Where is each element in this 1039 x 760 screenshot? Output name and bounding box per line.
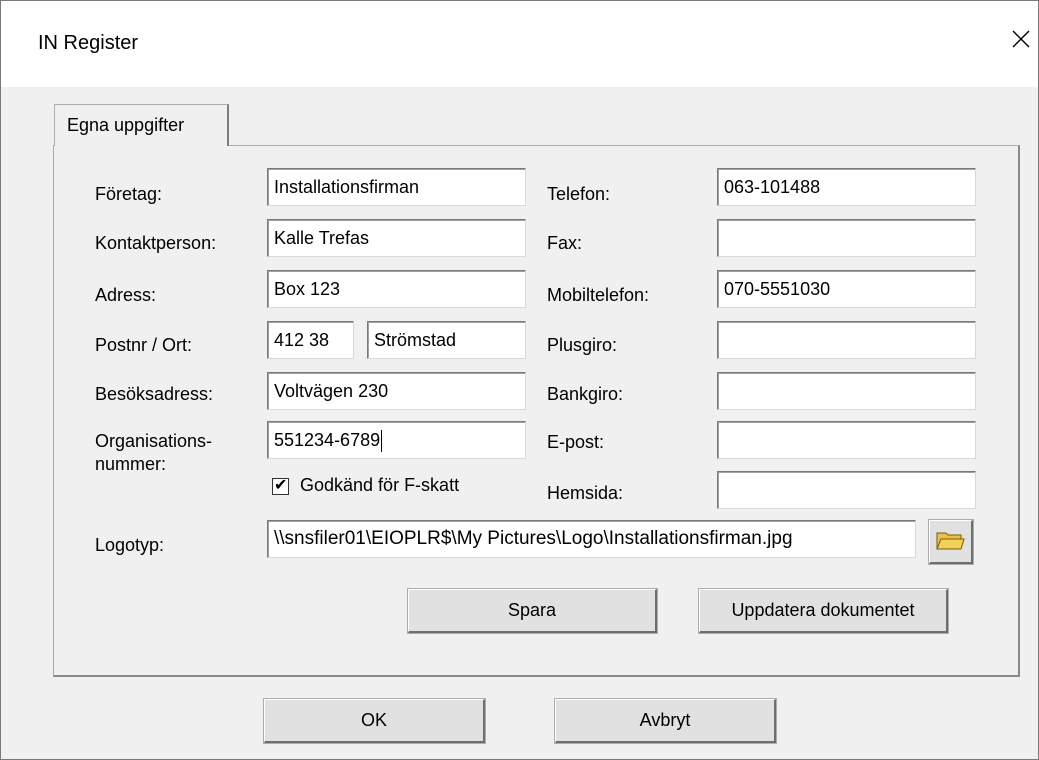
bankgiro-input[interactable] [717, 372, 976, 410]
adress-value: Box 123 [274, 279, 341, 299]
besoksadress-input[interactable]: Voltvägen 230 [267, 372, 526, 410]
fskatt-checkbox[interactable]: ✔ [272, 477, 289, 495]
label-bankgiro: Bankgiro: [547, 384, 624, 404]
label-mobiltelefon: Mobiltelefon: [547, 285, 650, 305]
close-icon [1012, 30, 1030, 48]
save-button[interactable]: Spara [407, 588, 658, 634]
browse-logo-button[interactable] [928, 519, 974, 565]
checkmark-icon: ✔ [274, 477, 288, 494]
label-kontaktperson: Kontaktperson: [95, 233, 217, 253]
adress-input[interactable]: Box 123 [267, 270, 526, 308]
postnr-value: 412 38 [274, 330, 330, 350]
label-organisationsnummer-line1: Organisations- [95, 431, 213, 451]
mobiltelefon-input[interactable]: 070-5551030 [717, 270, 976, 308]
label-besoksadress: Besöksadress: [95, 384, 214, 404]
close-button[interactable] [1001, 19, 1039, 59]
label-adress: Adress: [95, 285, 157, 305]
folder-front [936, 538, 965, 550]
logotyp-path-value: \\snsfiler01\EIOPLR$\My Pictures\Logo\In… [274, 528, 793, 549]
organisationsnummer-value: 551234-6789 [274, 430, 381, 450]
title-bar: IN Register [1, 1, 1038, 87]
organisationsnummer-input[interactable]: 551234-6789 [267, 421, 526, 459]
fskatt-label[interactable]: Godkänd för F-skatt [300, 475, 459, 496]
logotyp-path-input[interactable]: \\snsfiler01\EIOPLR$\My Pictures\Logo\In… [267, 520, 916, 558]
label-telefon: Telefon: [547, 184, 611, 204]
label-epost: E-post: [547, 432, 605, 452]
ort-value: Strömstad [374, 330, 457, 350]
epost-input[interactable] [717, 421, 976, 459]
window-title: IN Register [38, 32, 139, 54]
label-organisationsnummer-line2: nummer: [95, 454, 167, 474]
label-plusgiro: Plusgiro: [547, 335, 618, 355]
hemsida-input[interactable] [717, 471, 976, 509]
label-organisationsnummer: Organisations- nummer: [95, 430, 212, 476]
plusgiro-input[interactable] [717, 321, 976, 359]
besoksadress-value: Voltvägen 230 [274, 381, 389, 401]
label-postnr-ort: Postnr / Ort: [95, 335, 193, 355]
label-foretag: Företag: [95, 184, 163, 204]
ort-input[interactable]: Strömstad [367, 321, 526, 359]
telefon-value: 063-101488 [724, 177, 821, 197]
label-hemsida: Hemsida: [547, 483, 624, 503]
tab-egna-uppgifter[interactable]: Egna uppgifter [54, 104, 229, 146]
fax-input[interactable] [717, 219, 976, 257]
foretag-input[interactable]: Installationsfirman [267, 168, 526, 206]
label-logotyp: Logotyp: [95, 535, 165, 555]
cancel-button[interactable]: Avbryt [554, 698, 777, 744]
postnr-input[interactable]: 412 38 [267, 321, 354, 359]
update-document-button[interactable]: Uppdatera dokumentet [698, 588, 949, 634]
ok-button[interactable]: OK [263, 698, 486, 744]
label-fax: Fax: [547, 233, 583, 253]
dialog-window: IN Register Egna uppgifter Företag: Kont… [0, 0, 1039, 760]
mobiltelefon-value: 070-5551030 [724, 279, 831, 299]
folder-open-icon [936, 532, 965, 550]
kontaktperson-value: Kalle Trefas [274, 228, 370, 248]
kontaktperson-input[interactable]: Kalle Trefas [267, 219, 526, 257]
foretag-value: Installationsfirman [274, 177, 420, 197]
text-caret [381, 430, 383, 453]
telefon-input[interactable]: 063-101488 [717, 168, 976, 206]
